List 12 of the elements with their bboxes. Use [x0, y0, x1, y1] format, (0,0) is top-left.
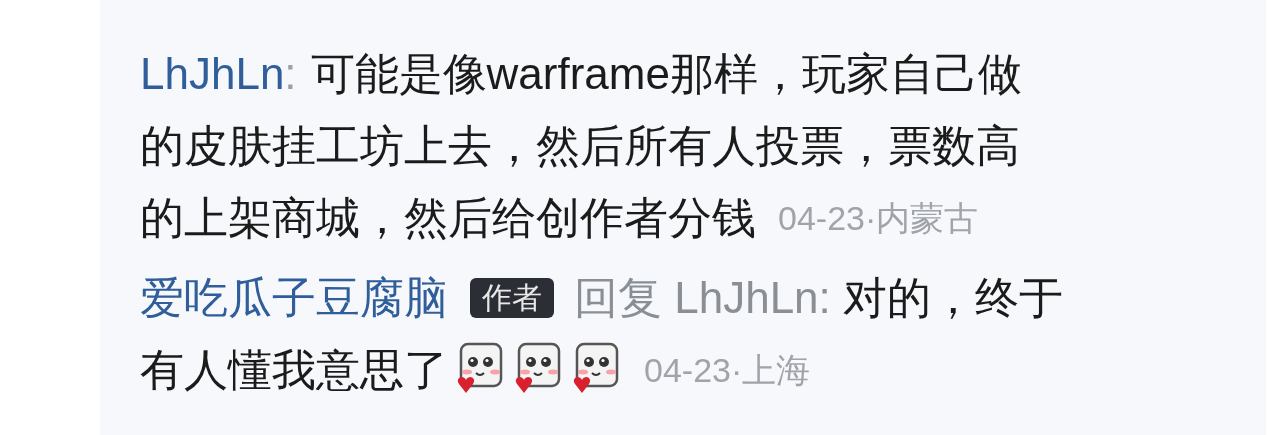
- comment-author[interactable]: LhJhLn: [140, 41, 285, 107]
- comment-text: 有人懂我意思了: [140, 344, 448, 396]
- comment-text: 的皮肤挂工坊上去，然后所有人投票，票数高: [140, 120, 1020, 172]
- comment-text: 对的，终于: [842, 272, 1063, 324]
- reply-label: 回复 LhJhLn:: [574, 272, 831, 324]
- comment-text: 的上架商城，然后给创作者分钱: [140, 192, 756, 244]
- comment-meta: 04-23·内蒙古: [778, 197, 979, 239]
- comment-meta: 04-23·上海: [644, 349, 811, 391]
- comment-text: 可能是像warframe那样，玩家自己做: [310, 48, 1022, 100]
- author-separator: :: [284, 48, 297, 100]
- comment-author[interactable]: 爱吃瓜子豆腐脑: [140, 265, 448, 331]
- author-badge: 作者: [470, 278, 554, 318]
